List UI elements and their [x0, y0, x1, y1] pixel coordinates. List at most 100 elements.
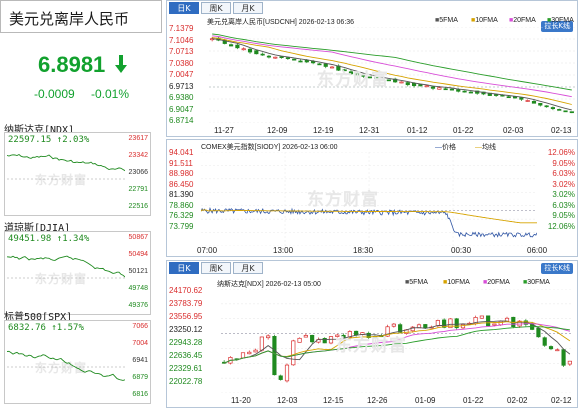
ndx-candle	[297, 337, 302, 343]
axis-tick-label: 7.0713	[169, 47, 194, 56]
quote-title: 美元兑离岸人民币	[9, 10, 130, 28]
chart3-header: 纳斯达克[NDX] 2026-02-13 05:00	[217, 281, 321, 288]
ndx-candle	[567, 360, 572, 366]
mini-axis-label: 7066	[132, 323, 148, 330]
usdcnh-chart-panel: 日K 周K 月K 拉长K线 美元兑离岸人民币[USDCNH] 2026-02-1…	[166, 0, 578, 137]
x-tick-label: 06:00	[527, 246, 548, 255]
ndx-candle	[253, 348, 258, 353]
x-tick-label: 11-20	[231, 396, 251, 405]
mini-chart-value: 22597.15 ↑2.03%	[8, 135, 89, 145]
mini-axis-label: 49748	[128, 285, 148, 292]
x-tick-label: 12-19	[313, 126, 334, 135]
axis-tick-label: 86.450	[169, 179, 194, 189]
x-tick-label: 01-12	[407, 126, 428, 135]
usdcnh-candle	[273, 56, 278, 59]
x-tick-label: 11-27	[214, 126, 234, 135]
axis-tick-label: 24170.62	[169, 286, 203, 295]
ndx-candle	[561, 348, 566, 367]
ndx-candle	[542, 336, 547, 347]
axis-tick-label: 22943.28	[169, 338, 203, 347]
usdcnh-candle	[531, 99, 537, 104]
mini-chart-value: 6832.76 ↑1.57%	[8, 323, 84, 333]
usdcnh-candle	[235, 43, 240, 50]
tab-monthly-k[interactable]: 月K	[233, 2, 263, 14]
x-tick-label: 07:00	[197, 246, 218, 255]
x-tick-label: 02-13	[551, 126, 572, 135]
x-tick-label: 12-26	[367, 396, 388, 405]
up-arrow-icon: ↑	[51, 135, 63, 145]
usdcnh-candle	[241, 47, 246, 51]
mini-axis-label: 23342	[128, 152, 148, 159]
axis-tick-label: 6.9047	[169, 104, 194, 114]
tab3-monthly-k[interactable]: 月K	[233, 262, 263, 274]
mini-axis-label: 50121	[128, 268, 148, 275]
usdcnh-candle	[279, 56, 284, 59]
up-arrow-icon: ↑	[51, 234, 63, 244]
chart2-legend-avg: —均线	[475, 144, 496, 151]
ndx-candle	[391, 322, 396, 328]
tab3-daily-k[interactable]: 日K	[169, 262, 199, 274]
up-arrow-icon: ↑	[45, 323, 57, 333]
ndx-candle	[247, 350, 252, 355]
x-tick-label: 12-03	[277, 396, 298, 405]
ma30-line	[212, 33, 572, 91]
usdcnh-candle	[544, 105, 549, 108]
ndx-candle	[291, 339, 296, 366]
x-tick-label: 02-12	[551, 396, 572, 405]
axis-tick-label: 12.06%	[547, 221, 575, 231]
usdcnh-candle	[247, 47, 253, 54]
ndx-candle	[328, 336, 334, 345]
mini-axis-label: 6879	[132, 374, 148, 381]
usdcnh-kline-plot[interactable]	[209, 27, 575, 123]
mini-chart-value-number: 22597.15	[8, 135, 52, 145]
x-tick-label: 01-09	[415, 396, 436, 405]
x-tick-label: 12-15	[323, 396, 344, 405]
mini-axis-label: 7004	[132, 340, 148, 347]
mini-chart[interactable]: 22597.15 ↑2.03% 23617 23342 23066 22791 22516…	[4, 132, 151, 216]
mini-axis-label: 22791	[128, 186, 148, 193]
mini-chart-value-number: 6832.76	[8, 323, 46, 333]
ndx-candle	[284, 363, 290, 383]
usdcnh-candle	[563, 110, 568, 113]
usdcnh-candle	[260, 52, 265, 56]
axis-tick-label: 6.9713	[169, 81, 194, 91]
ndx-candle	[486, 315, 491, 327]
usdcnh-candle	[399, 81, 404, 84]
mini-chart-value: 49451.98 ↑1.34%	[8, 234, 89, 244]
tab3-weekly-k[interactable]: 周K	[201, 262, 231, 274]
axis-tick-label: 73.799	[169, 221, 194, 231]
ndx-candle	[272, 334, 277, 376]
mini-chart-pct: 1.34%	[62, 234, 90, 244]
mini-chart-line	[7, 350, 125, 381]
mini-axis-label: 23617	[128, 135, 148, 142]
x-tick-label: 01-22	[463, 396, 484, 405]
axis-tick-label: 7.1379	[169, 24, 194, 33]
quote-title-box: 美元兑离岸人民币	[0, 0, 162, 33]
usdcnh-candle	[525, 99, 530, 102]
stretch-kline-button-3[interactable]: 拉长K线	[541, 263, 573, 274]
axis-tick-label: 7.1046	[169, 35, 194, 45]
mini-chart[interactable]: 49451.98 ↑1.34% 50867 50494 50121 49748 49376…	[4, 231, 151, 315]
axis-tick-label: 6.9380	[169, 93, 194, 102]
axis-tick-label: 22022.78	[169, 377, 203, 386]
ndx-candle	[548, 345, 554, 351]
mini-axis-label: 6816	[132, 391, 148, 398]
usdcnh-candle	[550, 106, 555, 111]
axis-tick-label: 91.511	[169, 158, 193, 168]
tab-weekly-k[interactable]: 周K	[201, 2, 231, 14]
quote-change-pct: -0.01%	[91, 87, 130, 101]
ndx-candle	[310, 334, 315, 344]
mini-axis-label: 50494	[128, 251, 148, 258]
axis-tick-label: 3.02%	[552, 179, 575, 189]
mini-axis-label: 50867	[128, 234, 148, 241]
x-tick-label: 12-31	[359, 126, 380, 135]
chart3-legend-30: ■30FMA	[523, 279, 550, 286]
x-tick-label: 02-02	[507, 396, 528, 405]
axis-tick-label: 6.8714	[169, 116, 194, 125]
mini-chart[interactable]: 6832.76 ↑1.57% 7066 7004 6941 6879 6816 东方财富	[4, 320, 151, 404]
mini-axis-label: 6941	[132, 357, 148, 364]
tab-daily-k[interactable]: 日K	[169, 2, 199, 14]
usdcnh-candle	[393, 77, 398, 83]
mini-chart-line	[7, 153, 125, 180]
usdcnh-candle	[557, 108, 562, 111]
